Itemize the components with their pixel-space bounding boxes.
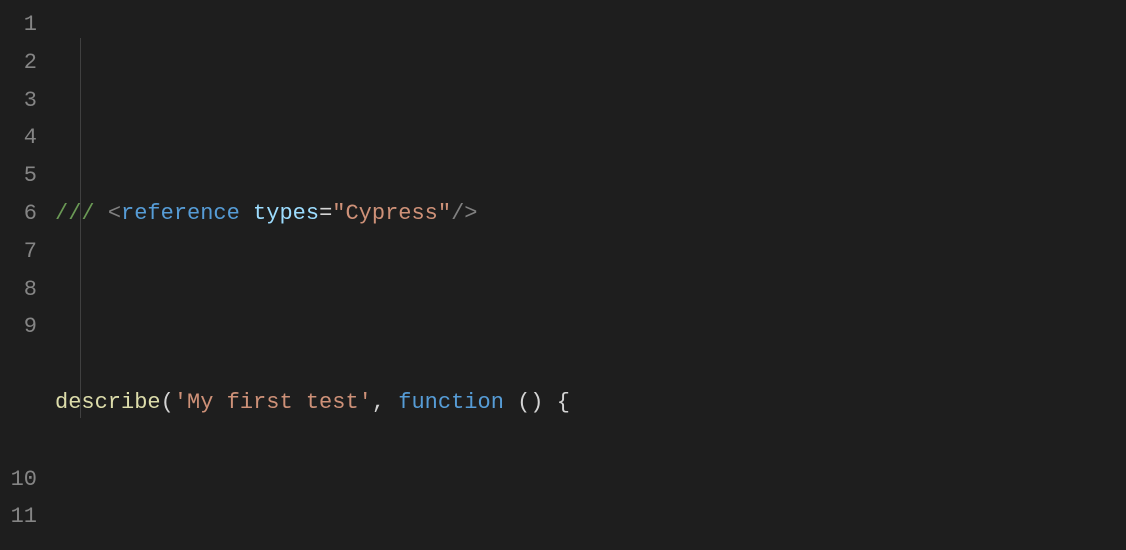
line-number: 1 xyxy=(0,6,37,44)
line-number: 6 xyxy=(0,195,37,233)
string-literal: 'My first test' xyxy=(174,390,372,415)
line-number: 8 xyxy=(0,271,37,309)
angle-bracket: /> xyxy=(451,201,477,226)
line-number: 4 xyxy=(0,119,37,157)
function-call: describe xyxy=(55,390,161,415)
code-editor[interactable]: 1 2 3 4 5 6 7 8 9 10 11 /// <reference t… xyxy=(0,0,1126,550)
line-number: 9 xyxy=(0,308,37,460)
attr-value: "Cypress" xyxy=(332,201,451,226)
line-number: 2 xyxy=(0,44,37,82)
line-number: 7 xyxy=(0,233,37,271)
line-number: 11 xyxy=(0,498,37,536)
brace: () { xyxy=(504,390,570,415)
equals: = xyxy=(319,201,332,226)
comment-slashes: /// xyxy=(55,201,108,226)
line-number: 10 xyxy=(0,461,37,499)
space xyxy=(240,201,253,226)
paren: ( xyxy=(161,390,174,415)
line-number: 3 xyxy=(0,82,37,120)
tag-name: reference xyxy=(121,201,240,226)
comma: , xyxy=(372,390,398,415)
attr-name: types xyxy=(253,201,319,226)
keyword-function: function xyxy=(398,390,504,415)
line-number: 5 xyxy=(0,157,37,195)
code-area[interactable]: /// <reference types="Cypress"/> describ… xyxy=(55,0,1126,550)
line-number-gutter: 1 2 3 4 5 6 7 8 9 10 11 xyxy=(0,0,55,550)
code-line[interactable]: /// <reference types="Cypress"/> xyxy=(55,195,1126,233)
code-line[interactable]: describe('My first test', function () { xyxy=(55,384,1126,422)
angle-bracket: < xyxy=(108,201,121,226)
